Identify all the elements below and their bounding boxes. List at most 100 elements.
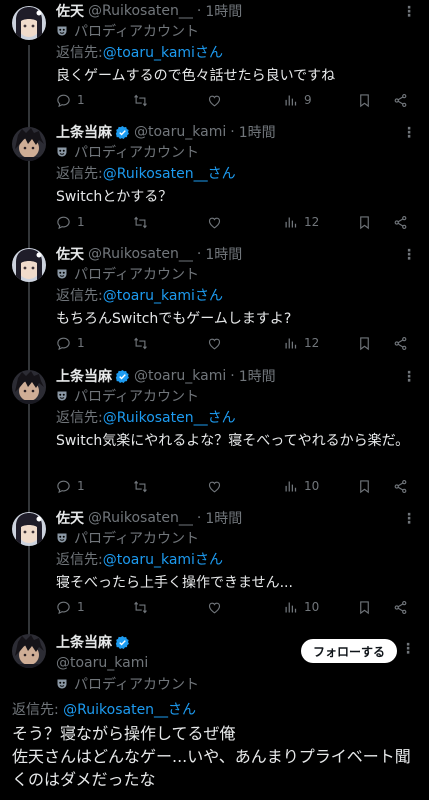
author-handle[interactable]: @Ruikosaten__ xyxy=(88,246,193,262)
avatar-kami[interactable] xyxy=(12,370,46,404)
main-tweet-text: そう？寝ながら操作してるぜ俺 佐天さんはどんなゲー...いや、あんまりプライベー… xyxy=(12,724,411,789)
tweet-3-body[interactable]: 佐天 @Ruikosaten__ · 1時間 パロディアカウント 返信先: @toar… xyxy=(56,244,417,330)
reply-mention[interactable]: @Ruikosaten__さん xyxy=(103,163,236,183)
tweet-3-actions: 1 12 xyxy=(56,333,411,353)
tweet-time[interactable]: 1時間 xyxy=(205,244,242,264)
more-icon[interactable]: ⋮ xyxy=(402,248,416,262)
avatar-saten-image xyxy=(12,248,46,282)
share-icon xyxy=(393,600,408,615)
author-name[interactable]: 佐天 xyxy=(56,1,84,21)
author-name[interactable]: 上条当麻 xyxy=(56,122,112,142)
reply-mention[interactable]: @Ruikosaten__さん xyxy=(103,407,236,427)
reply-prefix: 返信先: xyxy=(56,552,103,568)
reply-mention[interactable]: @toaru_kamiさん xyxy=(103,285,223,305)
author-handle[interactable]: @toaru_kami xyxy=(134,368,226,384)
like-button[interactable] xyxy=(207,333,228,353)
tweet-5-body[interactable]: 佐天 @Ruikosaten__ · 1時間 パロディアカウント 返信先: @toar… xyxy=(56,508,417,594)
verified-badge-icon xyxy=(115,635,130,650)
dot-separator: · xyxy=(196,246,202,262)
views-button[interactable]: 12 xyxy=(283,212,319,232)
views-button[interactable]: 9 xyxy=(283,90,312,110)
avatar-saten[interactable] xyxy=(12,248,46,282)
bookmark-button[interactable] xyxy=(357,333,372,353)
bookmark-button[interactable] xyxy=(357,476,372,496)
author-handle[interactable]: @Ruikosaten__ xyxy=(88,3,193,19)
share-button[interactable] xyxy=(393,597,408,617)
tweet-4-body[interactable]: 上条当麻 @toaru_kami · 1時間 パロディアカウント 返信先: @Ruik… xyxy=(56,366,417,452)
reply-button[interactable]: 1 xyxy=(56,597,85,617)
views-icon xyxy=(283,336,298,351)
more-icon[interactable]: ⋮ xyxy=(401,641,415,657)
retweet-button[interactable] xyxy=(133,476,154,496)
bookmark-icon xyxy=(357,600,372,615)
more-icon[interactable]: ⋮ xyxy=(402,512,416,526)
views-button[interactable]: 10 xyxy=(283,476,319,496)
views-count: 10 xyxy=(304,479,320,493)
avatar-kami-image xyxy=(12,127,46,161)
retweet-icon xyxy=(133,93,148,108)
more-icon[interactable]: ⋮ xyxy=(402,370,416,384)
views-icon xyxy=(283,93,298,108)
bookmark-button[interactable] xyxy=(357,597,372,617)
share-icon xyxy=(393,93,408,108)
reply-mention[interactable]: @Ruikosaten__さん xyxy=(63,702,196,718)
retweet-button[interactable] xyxy=(133,212,154,232)
retweet-button[interactable] xyxy=(133,333,154,353)
more-icon[interactable]: ⋮ xyxy=(402,126,416,140)
share-button[interactable] xyxy=(393,212,408,232)
reply-icon xyxy=(56,600,71,615)
reply-button[interactable]: 1 xyxy=(56,212,85,232)
author-name[interactable]: 佐天 xyxy=(56,244,84,264)
retweet-icon xyxy=(133,600,148,615)
reply-mention[interactable]: @toaru_kamiさん xyxy=(103,549,223,569)
retweet-button[interactable] xyxy=(133,90,154,110)
tweet-time[interactable]: 1時間 xyxy=(205,508,242,528)
reply-button[interactable]: 1 xyxy=(56,476,85,496)
tweet-time[interactable]: 1時間 xyxy=(239,366,276,386)
author-name[interactable]: 上条当麻 xyxy=(56,366,112,386)
main-author-name[interactable]: 上条当麻 xyxy=(56,632,112,652)
reply-button[interactable]: 1 xyxy=(56,333,85,353)
share-icon xyxy=(393,336,408,351)
views-button[interactable]: 10 xyxy=(283,597,319,617)
tweet-4-actions: 1 10 xyxy=(56,476,411,496)
author-name[interactable]: 佐天 xyxy=(56,508,84,528)
parody-label: パロディアカウント xyxy=(74,388,200,405)
avatar-saten[interactable] xyxy=(12,512,46,546)
views-button[interactable]: 12 xyxy=(283,333,319,353)
author-handle[interactable]: @toaru_kami xyxy=(134,124,226,140)
bookmark-button[interactable] xyxy=(357,90,372,110)
tweet-2-body[interactable]: 上条当麻 @toaru_kami · 1時間 パロディアカウント 返信先: @Ruik… xyxy=(56,122,417,208)
share-button[interactable] xyxy=(393,90,408,110)
reply-count: 1 xyxy=(77,336,85,350)
reply-count: 1 xyxy=(77,215,85,229)
tweet-time[interactable]: 1時間 xyxy=(239,122,276,142)
retweet-button[interactable] xyxy=(133,597,154,617)
retweet-icon xyxy=(133,336,148,351)
tweet-text: 寝そべったら上手く操作できません... xyxy=(56,575,293,591)
avatar-saten[interactable] xyxy=(12,6,46,40)
share-button[interactable] xyxy=(393,476,408,496)
reply-button[interactable]: 1 xyxy=(56,90,85,110)
like-button[interactable] xyxy=(207,212,228,232)
bookmark-button[interactable] xyxy=(357,212,372,232)
views-count: 12 xyxy=(304,215,320,229)
follow-button[interactable]: フォローする xyxy=(300,639,397,663)
avatar-kami[interactable] xyxy=(12,127,46,161)
tweet-text: 良くゲームするので色々話せたら良いですね xyxy=(56,68,336,84)
tweet-1-body[interactable]: 佐天 @Ruikosaten__ · 1時間 パロディアカウント 返信先: @toar… xyxy=(56,1,417,87)
tweet-time[interactable]: 1時間 xyxy=(205,1,242,21)
main-author-handle[interactable]: @toaru_kami xyxy=(56,655,148,671)
like-button[interactable] xyxy=(207,597,228,617)
avatar-kami-main[interactable] xyxy=(12,634,46,668)
reply-prefix: 返信先: xyxy=(12,702,64,718)
more-icon[interactable]: ⋮ xyxy=(402,5,416,19)
author-handle[interactable]: @Ruikosaten__ xyxy=(88,510,193,526)
like-button[interactable] xyxy=(207,476,228,496)
reply-mention[interactable]: @toaru_kamiさん xyxy=(103,42,223,62)
reply-count: 1 xyxy=(77,93,85,107)
like-button[interactable] xyxy=(207,90,228,110)
share-button[interactable] xyxy=(393,333,408,353)
reply-icon xyxy=(56,336,71,351)
parody-label: パロディアカウント xyxy=(74,677,200,693)
